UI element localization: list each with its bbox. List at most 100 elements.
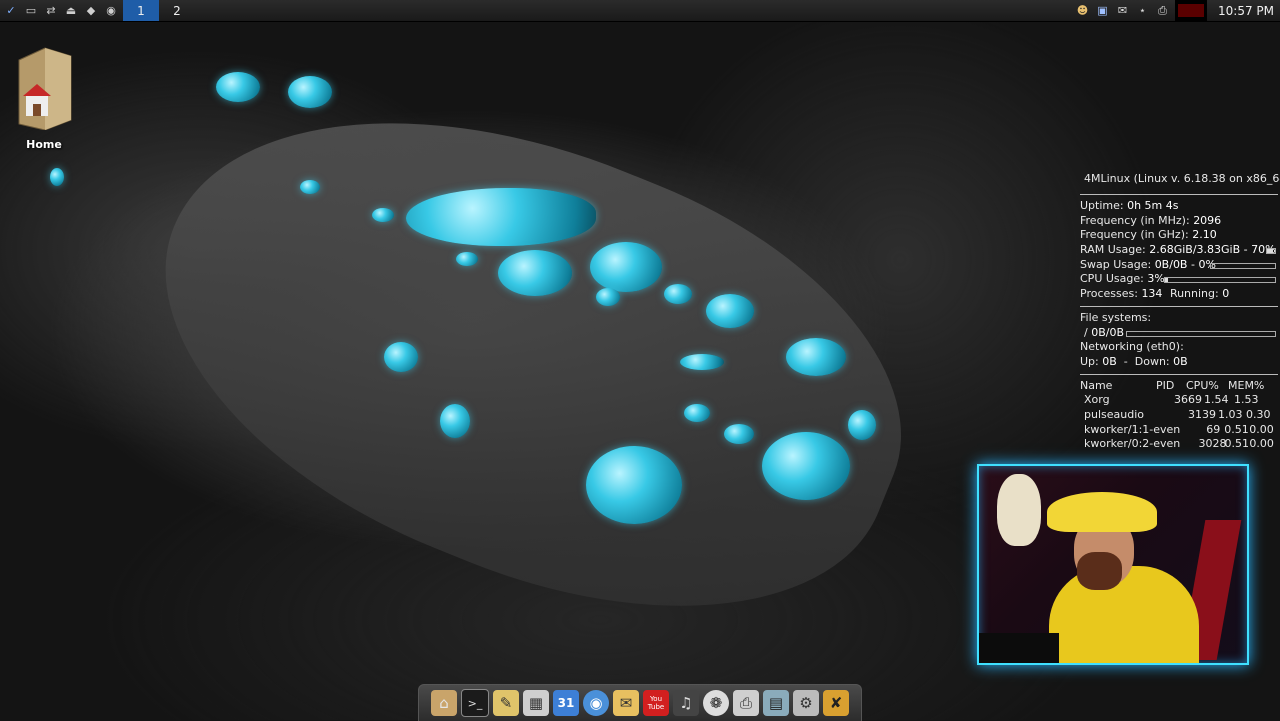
water-drop (440, 404, 470, 438)
desktop-icon-home[interactable]: Home (14, 46, 74, 151)
processes-label: Processes: (1080, 287, 1138, 301)
water-drop (50, 168, 64, 186)
launcher-icons: ✓ ▭ ⇄ ⏏ ◆ ◉ (0, 4, 118, 17)
ram-value: 2.68GiB/3.83GiB - 70% (1149, 243, 1276, 257)
divider (1080, 373, 1278, 375)
paperclip-icon[interactable]: ⋆ (1135, 4, 1150, 18)
water-drop (498, 250, 572, 296)
drive-icon[interactable]: ▭ (24, 4, 38, 17)
application-dock: ⌂ >_ ✎ ▦ 31 ◉ ✉ You Tube ♫ ❁ ⎙ ▤ ⚙ ✘ (418, 684, 862, 721)
process-table-header: Name PID CPU% MEM% (1080, 379, 1278, 394)
disk-icon[interactable]: ◉ (104, 4, 118, 17)
net-label-row: Networking (eth0): (1080, 340, 1184, 354)
headphones-icon[interactable]: ♫ (673, 690, 699, 716)
process-row: kworker/0:2-even 3028 0.51 0.00 (1080, 437, 1278, 452)
cpu-row: CPU Usage: 3% (1080, 272, 1278, 287)
calculator-icon[interactable]: ▦ (523, 690, 549, 716)
desk-image (979, 633, 1059, 663)
ram-bar (1266, 248, 1276, 255)
youtube-icon[interactable]: You Tube (643, 690, 669, 716)
swap-row: Swap Usage: 0B/0B - 0% (1080, 258, 1278, 273)
freq-ghz-label: Frequency (in GHz): (1080, 228, 1189, 242)
fs-bar (1126, 330, 1276, 337)
swap-label: Swap Usage: (1080, 257, 1152, 271)
col-pid: PID (1156, 378, 1175, 392)
top-panel: ✓ ▭ ⇄ ⏏ ◆ ◉ 1 2 ☻ ▣ ✉ ⋆ ⎙ 10:57 PM (0, 0, 1280, 22)
freq-ghz-row: Frequency (in GHz): 2.10 (1080, 228, 1278, 243)
user-icon[interactable]: ☻ (1075, 4, 1090, 18)
freq-mhz-label: Frequency (in MHz): (1080, 213, 1190, 227)
proc-pid: 3139 (1188, 407, 1216, 421)
eject-icon[interactable]: ⏏ (64, 4, 78, 17)
conky-header: 4MLinux (Linux v. 6.18.38 on x86_64) (1084, 172, 1280, 185)
video-player-icon[interactable]: ❁ (703, 690, 729, 716)
battery-indicator-icon[interactable] (1175, 0, 1207, 21)
tag-icon[interactable]: ◆ (84, 4, 98, 17)
down-label: Down: (1134, 354, 1170, 368)
swap-value: 0B/0B - 0% (1154, 257, 1216, 271)
fs-root-value: 0B/0B (1091, 325, 1125, 339)
water-drop (288, 76, 332, 108)
mail-icon[interactable]: ✉ (1115, 4, 1130, 18)
processes-row: Processes: 134 Running: 0 (1080, 287, 1278, 302)
fs-root-label: / (1084, 325, 1088, 339)
uptime-row: Uptime: 0h 5m 4s (1080, 199, 1278, 214)
calendar-icon[interactable]: 31 (553, 690, 579, 716)
proc-pid: 69 (1206, 422, 1221, 436)
ram-label: RAM Usage: (1080, 243, 1146, 257)
workspace-1-button[interactable]: 1 (123, 0, 159, 21)
proc-name: kworker/0:2-even (1084, 437, 1181, 451)
terminal-icon[interactable]: >_ (461, 689, 489, 717)
display-icon[interactable]: ▣ (1095, 4, 1110, 18)
water-drop (680, 354, 724, 370)
email-icon[interactable]: ✉ (613, 690, 639, 716)
printer-icon[interactable]: ⎙ (733, 690, 759, 716)
water-drop (724, 424, 754, 444)
cpu-label: CPU Usage: (1080, 272, 1144, 286)
proc-pid: 3669 (1174, 393, 1202, 407)
app-menu-icon[interactable]: ✓ (4, 4, 18, 17)
clock[interactable]: 10:57 PM (1218, 4, 1274, 18)
network-icon[interactable]: ⇄ (44, 4, 58, 17)
web-browser-icon[interactable]: ◉ (583, 690, 609, 716)
home-folder-icon[interactable]: ⌂ (431, 690, 457, 716)
running-label: Running: (1169, 287, 1219, 301)
freq-ghz-value: 2.10 (1192, 228, 1217, 242)
divider (1080, 194, 1278, 195)
freq-mhz-value: 2096 (1193, 213, 1222, 227)
uptime-label: Uptime: (1080, 199, 1124, 212)
water-drop (786, 338, 846, 376)
swap-bar (1210, 262, 1276, 269)
settings-icon[interactable]: ⚙ (793, 690, 819, 716)
fs-root-row: / 0B/0B (1080, 326, 1278, 341)
ram-bar-fill (1267, 249, 1273, 254)
system-tray: ☻ ▣ ✉ ⋆ ⎙ 10:57 PM (1075, 0, 1280, 21)
person-hoodie (1049, 566, 1199, 663)
tools-icon[interactable]: ✘ (823, 690, 849, 716)
text-editor-icon[interactable]: ✎ (493, 690, 519, 716)
process-row: pulseaudio 3139 1.03 0.30 (1080, 408, 1278, 423)
person-cap (1047, 492, 1157, 532)
proc-name: Xorg (1084, 393, 1110, 407)
water-drop (762, 432, 850, 500)
cpu-bar-fill (1165, 278, 1169, 283)
conky-system-monitor: 4MLinux (Linux v. 6.18.38 on x86_64) Upt… (1080, 172, 1280, 452)
col-mem: MEM% (1228, 378, 1265, 392)
col-name: Name (1080, 378, 1113, 392)
uptime-value: 0h 5m 4s (1127, 199, 1179, 212)
net-row: Up: 0B - Down: 0B (1080, 355, 1278, 370)
freq-mhz-row: Frequency (in MHz): 2096 (1080, 214, 1278, 229)
proc-pid: 3028 (1198, 437, 1227, 451)
process-row: kworker/1:1-even 69 0.51 0.00 (1080, 423, 1278, 438)
printer-icon[interactable]: ⎙ (1155, 4, 1170, 18)
home-folder-icon (15, 46, 73, 131)
water-drop (216, 72, 260, 102)
person-beard (1077, 552, 1122, 590)
water-drop (848, 410, 876, 440)
col-cpu: CPU% (1186, 378, 1219, 392)
webcam-overlay (977, 464, 1249, 665)
proc-mem: 0.00 (1249, 422, 1274, 436)
water-drop (664, 284, 692, 304)
file-manager-icon[interactable]: ▤ (763, 690, 789, 716)
workspace-2-button[interactable]: 2 (159, 0, 195, 21)
